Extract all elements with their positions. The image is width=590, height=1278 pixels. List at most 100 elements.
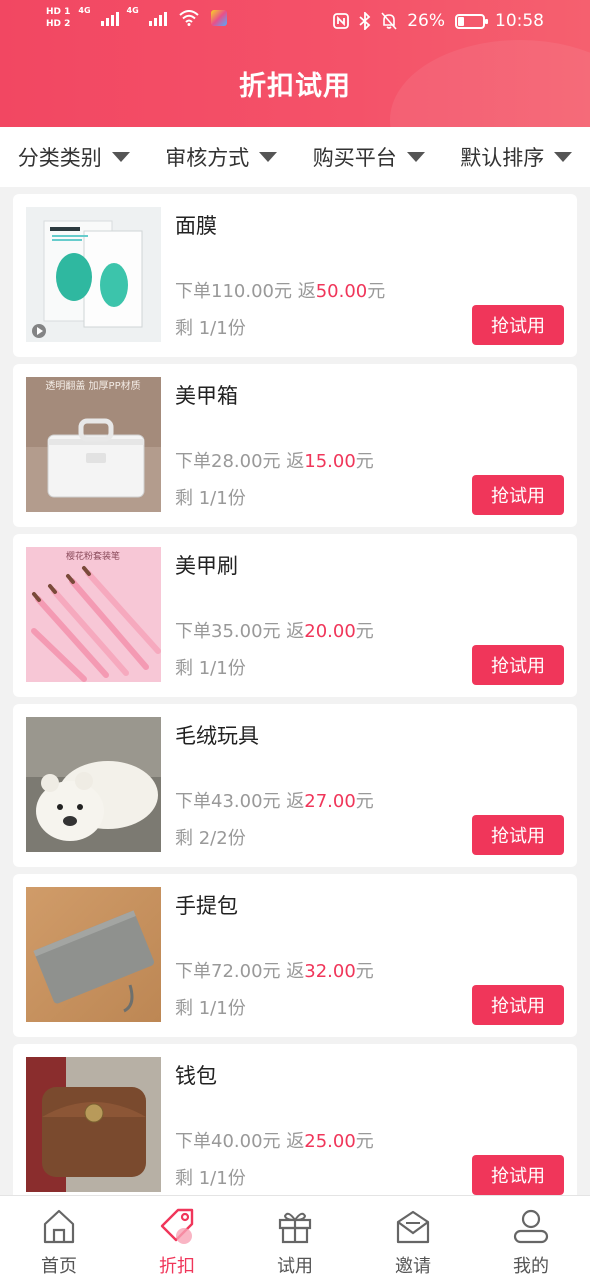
stock-count: 1/1 <box>198 658 228 679</box>
currency-unit: 元 <box>262 621 281 642</box>
status-bar-left: HD 1 HD 2 4G 4G <box>46 6 227 30</box>
product-name: 手提包 <box>175 894 238 918</box>
caret-down-icon <box>406 152 425 162</box>
stock-suffix: 份 <box>227 828 246 849</box>
order-prefix: 下单 <box>175 961 211 982</box>
product-image-brown-wallet <box>26 1057 161 1192</box>
currency-unit: 元 <box>262 791 281 812</box>
order-price: 72.00 <box>211 961 263 982</box>
product-stock: 剩 1/1份 <box>175 1164 246 1190</box>
rebate-amount: 32.00 <box>304 961 356 982</box>
caret-down-icon <box>554 152 573 162</box>
currency-unit: 元 <box>355 451 374 472</box>
filter-platform[interactable]: 购买平台 <box>295 142 443 172</box>
product-price: 下单43.00元 返27.00元 <box>175 787 374 813</box>
nav-invite-label: 邀请 <box>395 1256 431 1277</box>
product-stock: 剩 1/1份 <box>175 484 246 510</box>
order-prefix: 下单 <box>175 621 211 642</box>
filter-category[interactable]: 分类类别 <box>0 142 148 172</box>
nail-brushes-caption: 樱花粉套装笔 <box>66 550 120 562</box>
nav-trial[interactable]: 试用 <box>236 1196 354 1278</box>
mail-icon <box>394 1206 432 1246</box>
filter-review-method[interactable]: 审核方式 <box>148 142 296 172</box>
grab-trial-button[interactable]: 抢试用 <box>472 645 564 685</box>
stock-suffix: 份 <box>227 658 246 679</box>
product-image-gray-clutch <box>26 887 161 1022</box>
filter-review-method-label: 审核方式 <box>165 146 250 170</box>
grab-trial-button[interactable]: 抢试用 <box>472 815 564 855</box>
nav-home[interactable]: 首页 <box>0 1196 118 1278</box>
stock-suffix: 份 <box>227 318 246 339</box>
hd2-label: HD 2 <box>46 19 71 29</box>
status-bar-right: 26% 10:58 <box>333 11 544 31</box>
grab-trial-button[interactable]: 抢试用 <box>472 305 564 345</box>
nav-mine[interactable]: 我的 <box>472 1196 590 1278</box>
product-image-plush-bear <box>26 717 161 852</box>
product-price: 下单40.00元 返25.00元 <box>175 1127 374 1153</box>
nav-mine-label: 我的 <box>513 1256 549 1277</box>
nav-invite[interactable]: 邀请 <box>354 1196 472 1278</box>
product-stock: 剩 1/1份 <box>175 994 246 1020</box>
product-card[interactable]: 钱包 下单40.00元 返25.00元 剩 1/1份 抢试用 <box>13 1044 577 1207</box>
hd1-label: HD 1 <box>46 7 71 17</box>
nfc-icon <box>333 13 350 29</box>
rebate-prefix: 返 <box>297 281 316 302</box>
caret-down-icon <box>259 152 278 162</box>
order-price: 110.00 <box>211 281 274 302</box>
product-name: 美甲箱 <box>175 384 238 408</box>
stock-count: 1/1 <box>198 998 228 1019</box>
stock-count: 1/1 <box>198 318 228 339</box>
product-card[interactable]: 手提包 下单72.00元 返32.00元 剩 1/1份 抢试用 <box>13 874 577 1037</box>
nav-discount[interactable]: 折扣 <box>118 1196 236 1278</box>
product-card[interactable]: 面膜 下单110.00元 返50.00元 剩 1/1份 抢试用 <box>13 194 577 357</box>
rebate-prefix: 返 <box>286 621 305 642</box>
filter-platform-label: 购买平台 <box>312 146 397 170</box>
order-price: 43.00 <box>211 791 263 812</box>
order-prefix: 下单 <box>175 451 211 472</box>
stock-prefix: 剩 <box>175 658 193 679</box>
bottom-nav: 首页 折扣 试用 邀请 我的 <box>0 1195 590 1278</box>
stock-suffix: 份 <box>227 998 246 1019</box>
bluetooth-icon <box>359 12 371 30</box>
filter-sort[interactable]: 默认排序 <box>443 142 590 172</box>
product-price: 下单35.00元 返20.00元 <box>175 617 374 643</box>
stock-suffix: 份 <box>227 1168 246 1189</box>
product-price: 下单28.00元 返15.00元 <box>175 447 374 473</box>
home-icon <box>40 1206 78 1246</box>
network-type-1: 4G <box>78 6 91 15</box>
page-title: 折扣试用 <box>239 71 351 102</box>
filter-category-label: 分类类别 <box>17 146 102 170</box>
filter-bar: 分类类别 审核方式 购买平台 默认排序 <box>0 127 590 187</box>
order-prefix: 下单 <box>175 281 211 302</box>
mute-bell-icon <box>381 12 397 30</box>
rebate-amount: 20.00 <box>304 621 356 642</box>
product-card[interactable]: 樱花粉套装笔 美甲刷 下单35.00元 返20.00元 剩 1/1份 抢试用 <box>13 534 577 697</box>
stock-suffix: 份 <box>227 488 246 509</box>
rebate-prefix: 返 <box>286 961 305 982</box>
product-stock: 剩 2/2份 <box>175 824 246 850</box>
rebate-amount: 15.00 <box>304 451 356 472</box>
order-prefix: 下单 <box>175 791 211 812</box>
product-card[interactable]: 毛绒玩具 下单43.00元 返27.00元 剩 2/2份 抢试用 <box>13 704 577 867</box>
currency-unit: 元 <box>262 1131 281 1152</box>
rebate-amount: 50.00 <box>315 281 368 302</box>
clock: 10:58 <box>495 11 544 31</box>
grab-trial-button[interactable]: 抢试用 <box>472 985 564 1025</box>
product-name: 面膜 <box>175 214 217 238</box>
user-icon <box>512 1206 550 1246</box>
gift-icon <box>276 1206 314 1246</box>
network-type-2: 4G <box>126 6 139 15</box>
battery-icon <box>455 13 488 29</box>
grab-trial-button[interactable]: 抢试用 <box>472 1155 564 1195</box>
rebate-prefix: 返 <box>286 1131 305 1152</box>
order-price: 28.00 <box>211 451 263 472</box>
stock-prefix: 剩 <box>175 318 193 339</box>
grab-trial-button[interactable]: 抢试用 <box>472 475 564 515</box>
currency-unit: 元 <box>355 1131 374 1152</box>
video-play-icon <box>32 324 46 338</box>
product-card[interactable]: 透明翻盖 加厚PP材质 美甲箱 下单28.00元 返15.00元 剩 1/1份 … <box>13 364 577 527</box>
product-name: 美甲刷 <box>175 554 238 578</box>
nav-home-label: 首页 <box>41 1256 77 1277</box>
order-price: 35.00 <box>211 621 263 642</box>
product-image-nail-box: 透明翻盖 加厚PP材质 <box>26 377 161 512</box>
